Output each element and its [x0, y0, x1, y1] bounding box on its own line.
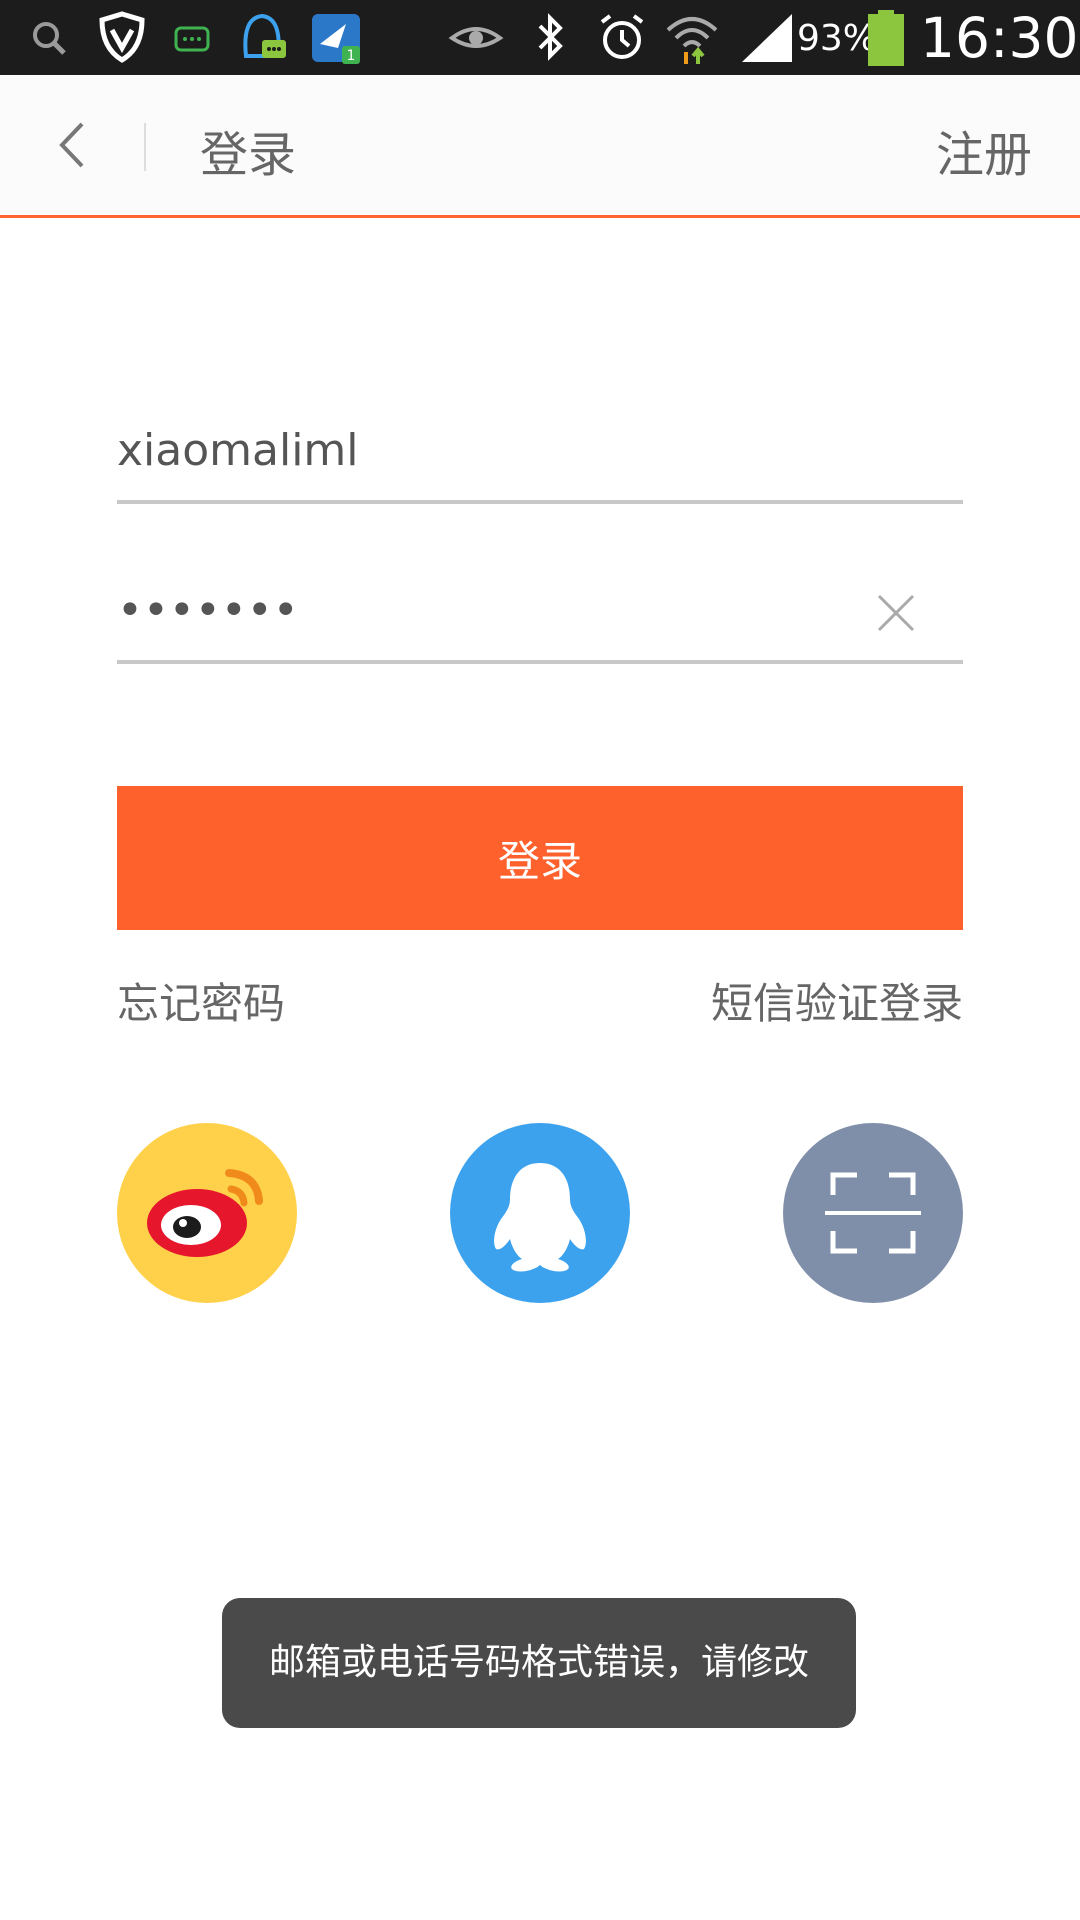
- password-input[interactable]: [117, 560, 857, 660]
- header-divider: [144, 123, 146, 171]
- app-header: 登录 注册: [0, 75, 1080, 218]
- clock: 16:30: [920, 6, 1079, 70]
- wifi-icon: [666, 17, 718, 64]
- sms-login-link[interactable]: 短信验证登录: [711, 970, 963, 1031]
- password-field: [117, 560, 963, 664]
- login-button[interactable]: 登录: [117, 786, 963, 930]
- mail-app-icon: 1: [312, 14, 360, 64]
- qq-icon: [450, 1123, 630, 1303]
- status-bar: 1 93% 16:30: [0, 0, 1080, 75]
- register-link[interactable]: 注册: [936, 115, 1032, 185]
- weibo-icon: [117, 1123, 297, 1303]
- forgot-password-link[interactable]: 忘记密码: [117, 970, 285, 1031]
- page-title: 登录: [200, 127, 297, 183]
- login-screen: 1 93% 16:30 登录 注册 xiaomaliml ••••••• 登录 …: [0, 0, 1080, 1920]
- battery-percent: 93%: [797, 18, 878, 59]
- eye-icon: [448, 27, 504, 48]
- signal-icon: [742, 14, 792, 62]
- bluetooth-icon: [538, 13, 563, 61]
- chat-icon: [174, 26, 210, 52]
- back-arrow-icon[interactable]: [40, 110, 110, 180]
- username-field: [117, 400, 963, 504]
- clear-icon[interactable]: [873, 590, 919, 636]
- error-toast: 邮箱或电话号码格式错误，请修改: [222, 1598, 856, 1728]
- app-badge: 1: [347, 48, 356, 64]
- shield-icon: [99, 11, 145, 63]
- scan-icon: [783, 1123, 963, 1303]
- search-icon: [33, 22, 66, 55]
- qq-notify-icon: [243, 13, 286, 58]
- battery-icon: [868, 10, 904, 66]
- qq-login-button[interactable]: [450, 1123, 630, 1303]
- scan-login-button[interactable]: [783, 1123, 963, 1303]
- username-input[interactable]: [117, 400, 857, 500]
- weibo-login-button[interactable]: [117, 1123, 297, 1303]
- alarm-icon: [600, 14, 644, 59]
